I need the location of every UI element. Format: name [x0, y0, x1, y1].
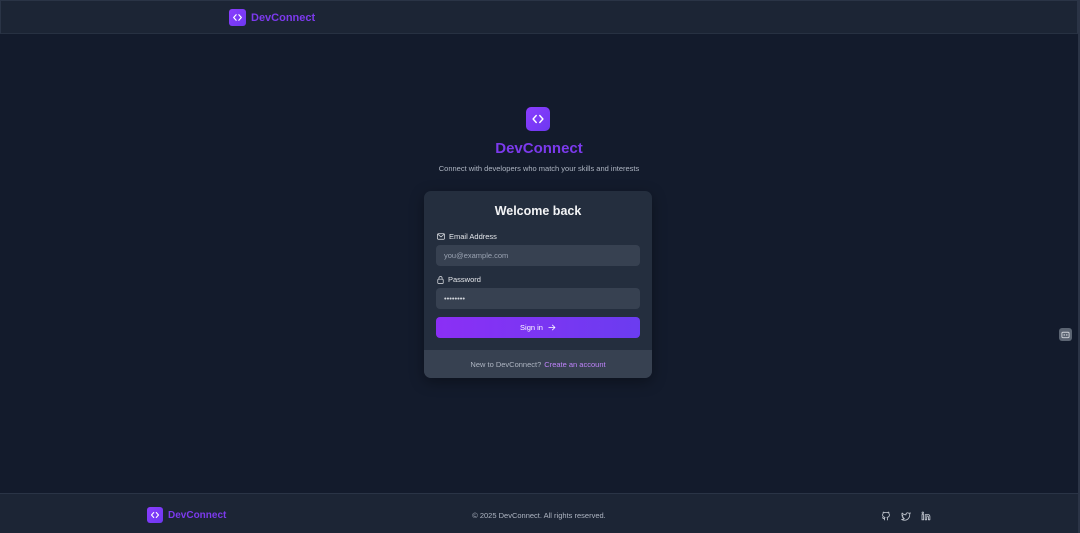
sign-in-button[interactable]: Sign in	[436, 317, 640, 338]
hero-logo	[526, 107, 550, 131]
floating-widget-button[interactable]	[1059, 328, 1072, 341]
login-card-footer: New to DevConnect? Create an account	[424, 350, 652, 378]
password-label: Password	[437, 275, 481, 284]
header-brand[interactable]: DevConnect	[229, 9, 315, 26]
header-brand-name: DevConnect	[251, 11, 316, 24]
social-links	[880, 510, 931, 521]
sign-in-label: Sign in	[520, 323, 543, 332]
page-footer: DevConnect © 2025 DevConnect. All rights…	[0, 493, 1078, 533]
twitter-icon[interactable]	[900, 510, 911, 521]
linkedin-icon[interactable]	[920, 510, 931, 521]
login-title: Welcome back	[494, 204, 582, 218]
email-label-text: Email Address	[449, 232, 497, 241]
github-icon[interactable]	[880, 510, 891, 521]
code-icon	[532, 114, 544, 124]
signup-prompt: New to DevConnect?	[470, 359, 542, 369]
code-icon	[229, 9, 246, 26]
create-account-link[interactable]: Create an account	[544, 360, 605, 369]
hero-title: DevConnect	[495, 140, 583, 157]
hero-subtitle: Connect with developers who match your s…	[438, 164, 640, 173]
lock-icon	[437, 275, 444, 284]
robot-icon	[1061, 331, 1070, 339]
password-label-text: Password	[448, 275, 481, 284]
email-input[interactable]	[436, 245, 640, 266]
top-navbar: DevConnect	[0, 0, 1078, 34]
mail-icon	[437, 233, 445, 240]
arrow-right-icon	[548, 324, 556, 331]
password-input[interactable]	[436, 288, 640, 309]
login-card: Welcome back Email Address Password Sign…	[424, 191, 652, 378]
email-label: Email Address	[437, 232, 497, 241]
